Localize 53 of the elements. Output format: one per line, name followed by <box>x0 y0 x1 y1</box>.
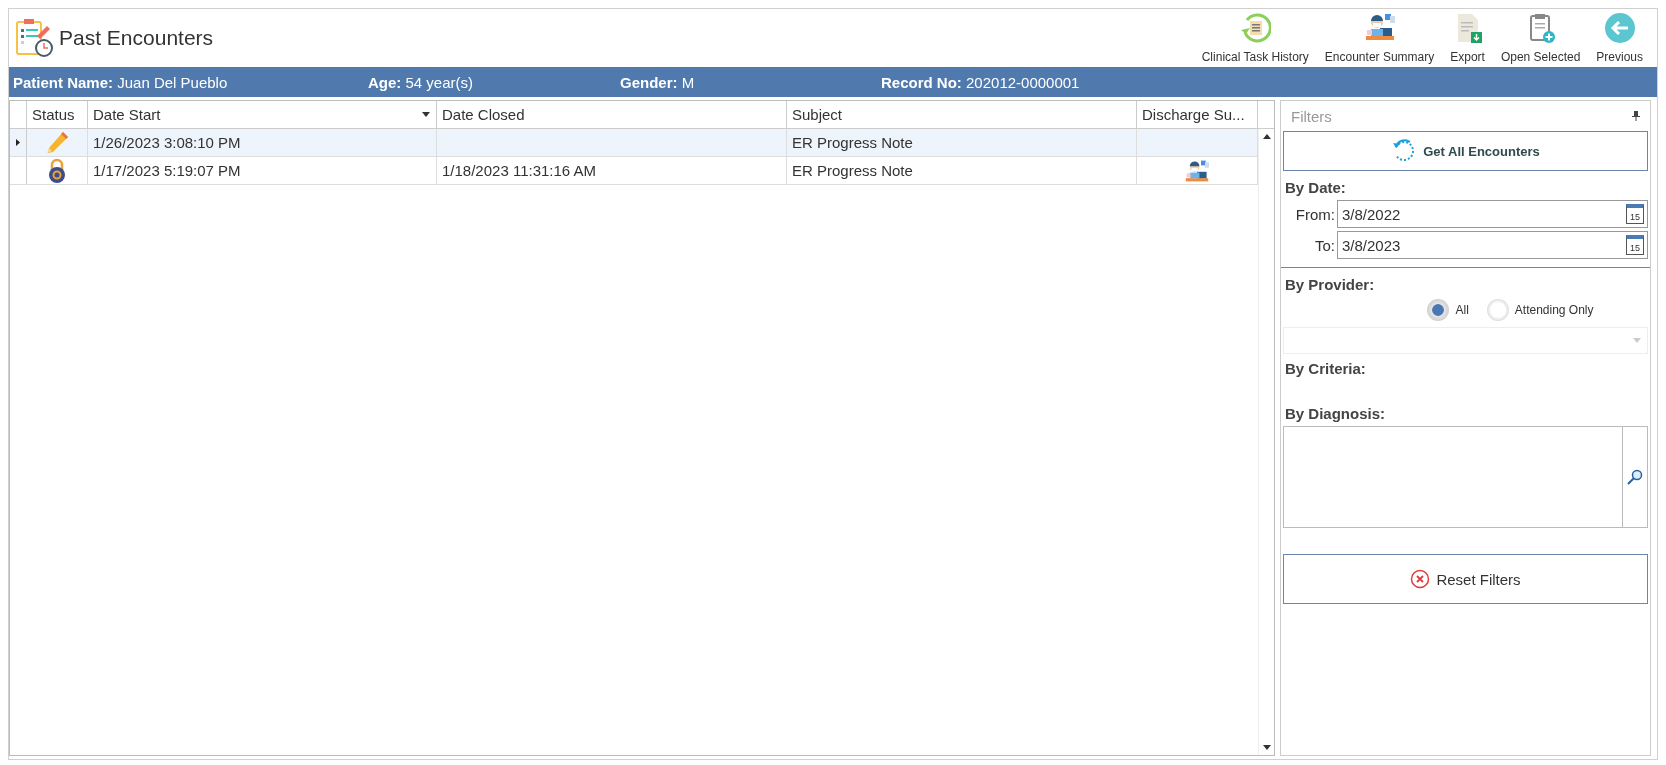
column-header[interactable]: Subject <box>787 101 1137 128</box>
scroll-down-icon[interactable] <box>1262 745 1271 750</box>
column-header[interactable]: Date Start <box>88 101 437 128</box>
field-label: To: <box>1314 236 1335 254</box>
patient-field: Record No: 202012-0000001 <box>881 73 1080 91</box>
table-cell: ER Progress Note <box>792 162 913 179</box>
column-header[interactable]: Status <box>27 101 88 128</box>
toolbar-button[interactable]: Export <box>1442 12 1493 64</box>
table-cell: 1/26/2023 3:08:10 PM <box>93 134 241 151</box>
date-field[interactable]: 3/8/2022 15 <box>1337 200 1648 228</box>
column-header[interactable]: Date Closed <box>437 101 787 128</box>
get-all-button[interactable]: Get All Encounters <box>1283 131 1648 171</box>
clipboard-refresh-icon <box>1239 12 1272 44</box>
reset-filters-button[interactable]: Reset Filters <box>1283 554 1648 604</box>
toolbar-button[interactable]: Previous <box>1588 12 1651 64</box>
nurse-laptop-icon <box>1184 158 1210 183</box>
radio-button[interactable] <box>1427 299 1450 321</box>
column-header[interactable]: Discharge Su... <box>1137 101 1258 128</box>
clear-icon <box>1410 569 1431 589</box>
radio-button[interactable] <box>1486 299 1509 321</box>
panel-title: Filters <box>1291 107 1332 125</box>
patient-field: Age: 54 year(s) <box>368 73 620 91</box>
table-cell: ER Progress Note <box>792 134 913 151</box>
pin-icon[interactable] <box>1632 111 1640 121</box>
search-icon <box>1627 469 1643 485</box>
calendar-button[interactable]: 15 <box>1626 235 1644 255</box>
table-cell: 1/17/2023 5:19:07 PM <box>93 162 241 179</box>
table-row[interactable]: 1/26/2023 3:08:10 PM ER Progress Note <box>10 129 1258 157</box>
scrollbar[interactable] <box>1258 129 1274 755</box>
radio-option[interactable]: All <box>1427 299 1469 321</box>
radio-option[interactable]: Attending Only <box>1486 299 1594 321</box>
toolbar-button[interactable]: Clinical Task History <box>1193 12 1317 64</box>
toolbar-button[interactable]: Open Selected <box>1492 12 1589 64</box>
section-label: By Date: <box>1284 178 1347 198</box>
section-label: By Diagnosis: <box>1284 404 1387 424</box>
table-row[interactable]: 1/17/2023 5:19:07 PM 1/18/2023 11:31:16 AM ER Progress Note <box>10 157 1258 185</box>
section-label: By Criteria: <box>1284 359 1367 379</box>
window-title: Past Encounters <box>59 26 214 50</box>
table-cell: 1/18/2023 11:31:16 AM <box>442 162 596 179</box>
dropdown-caret-icon <box>1633 338 1641 343</box>
checklist-clock-icon <box>15 18 55 58</box>
patient-field: Patient Name: Juan Del Pueblo <box>13 73 368 91</box>
date-field[interactable]: 3/8/2023 15 <box>1337 231 1648 259</box>
section-label: By Provider: <box>1284 275 1376 295</box>
scroll-up-icon[interactable] <box>1262 134 1271 139</box>
calendar-button[interactable]: 15 <box>1626 204 1644 224</box>
padlock-icon <box>46 157 68 184</box>
row-pointer-icon <box>16 139 20 146</box>
sort-caret-icon <box>422 112 430 117</box>
field-label: From: <box>1294 205 1335 223</box>
pencil-icon <box>44 129 70 156</box>
toolbar-button[interactable]: Encounter Summary <box>1316 12 1443 64</box>
patient-field: Gender: M <box>620 73 881 91</box>
